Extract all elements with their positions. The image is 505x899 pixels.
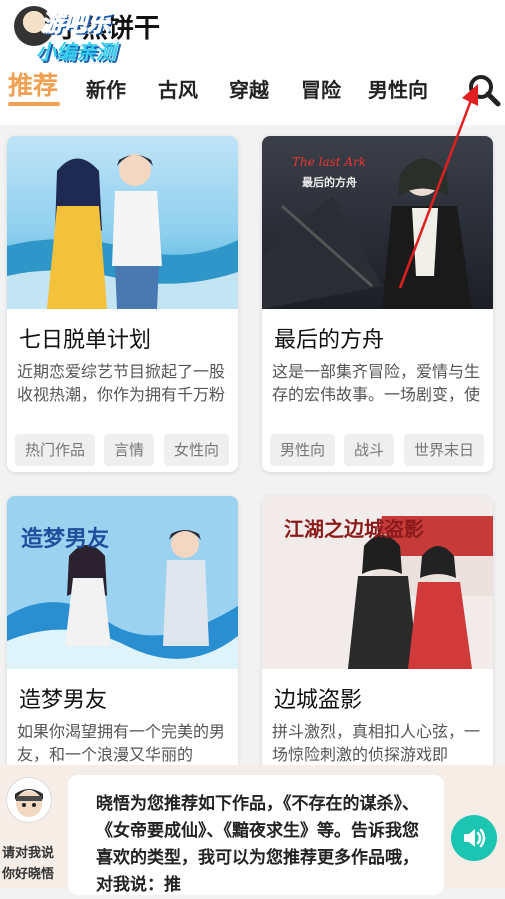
cover-title: 造梦男友 (21, 526, 109, 552)
story-card[interactable]: The last Ark 最后的方舟 最后的方舟 这是一部集齐冒险，爱情与生存的… (262, 136, 493, 472)
story-card[interactable]: 造梦男友 造梦男友 如果你渴望拥有一个完美的男友，和一个浪漫又华丽的 (7, 496, 238, 786)
user-avatar[interactable] (14, 6, 54, 46)
app-title: 小熊饼干 (56, 14, 161, 44)
tab-new[interactable]: 新作 (86, 74, 126, 103)
search-button[interactable] (466, 72, 502, 108)
story-title: 最后的方舟 (274, 328, 385, 353)
story-description: 拼斗激烈，真相扣人心弦，一场惊险刺激的侦探游戏即 (272, 722, 481, 764)
story-cover: The last Ark 最后的方舟 (262, 136, 493, 309)
tab-recommend[interactable]: 推荐 (8, 66, 58, 102)
story-description: 如果你渴望拥有一个完美的男友，和一个浪漫又华丽的 (17, 722, 226, 764)
tag[interactable]: 战斗 (344, 434, 395, 466)
top-bar: 小熊饼干 游吧乐 小编亲测 推荐 新作 古风 穿越 冒险 男性向 (0, 0, 505, 125)
speaker-icon (464, 828, 486, 848)
tag[interactable]: 热门作品 (15, 434, 96, 466)
voice-button[interactable] (451, 815, 497, 861)
tag[interactable]: 言情 (104, 434, 155, 466)
story-title: 七日脱单计划 (19, 328, 152, 353)
story-cover: 造梦男友 (7, 496, 238, 669)
story-cover (7, 136, 238, 309)
story-cover: 江湖之边城盗影 (262, 496, 493, 669)
story-tags: 热门作品 言情 女性向 (15, 434, 235, 466)
tab-time-travel[interactable]: 穿越 (229, 74, 269, 103)
cover-title-en: The last Ark (292, 155, 366, 169)
assistant-message: 晓悟为您推荐如下作品，《不存在的谋杀》、《女帝要成仙》、《黯夜求生》等。告诉我您… (96, 794, 419, 895)
story-card[interactable]: 江湖之边城盗影 边城盗影 拼斗激烈，真相扣人心弦，一场惊险刺激的侦探游戏即 (262, 496, 493, 786)
tag[interactable]: 男性向 (270, 434, 336, 466)
story-description: 近期恋爱综艺节目掀起了一股收视热潮，你作为拥有千万粉丝的人气美妆博主，... (17, 362, 226, 404)
tab-male-oriented[interactable]: 男性向 (368, 74, 428, 103)
search-icon (469, 75, 501, 107)
tab-ancient[interactable]: 古风 (158, 74, 198, 103)
assistant-avatar[interactable] (6, 777, 52, 823)
story-tags: 男性向 战斗 世界末日 (270, 434, 490, 466)
story-title: 造梦男友 (19, 688, 108, 713)
tag[interactable]: 世界末日 (404, 434, 485, 466)
assistant-prompt-label: 请对我说你好晓悟 (2, 846, 55, 882)
tag[interactable]: 女性向 (164, 434, 230, 466)
story-card[interactable]: 七日脱单计划 近期恋爱综艺节目掀起了一股收视热潮，你作为拥有千万粉丝的人气美妆博… (7, 136, 238, 472)
assistant-panel: 请对我说你好晓悟 晓悟为您推荐如下作品，《不存在的谋杀》、《女帝要成仙》、《黯夜… (0, 765, 505, 895)
active-tab-underline (8, 102, 60, 106)
story-description: 这是一部集齐冒险，爱情与生存的宏伟故事。一场剧变，使地球的气温在短短... (272, 362, 481, 404)
category-tabs: 推荐 新作 古风 穿越 冒险 男性向 (0, 64, 505, 114)
cover-title-cn: 最后的方舟 (302, 175, 357, 189)
story-title: 边城盗影 (274, 688, 363, 713)
cover-title: 江湖之边城盗影 (284, 517, 424, 541)
assistant-message-bubble: 晓悟为您推荐如下作品，《不存在的谋杀》、《女帝要成仙》、《黯夜求生》等。告诉我您… (68, 775, 444, 895)
tab-adventure[interactable]: 冒险 (301, 74, 341, 103)
